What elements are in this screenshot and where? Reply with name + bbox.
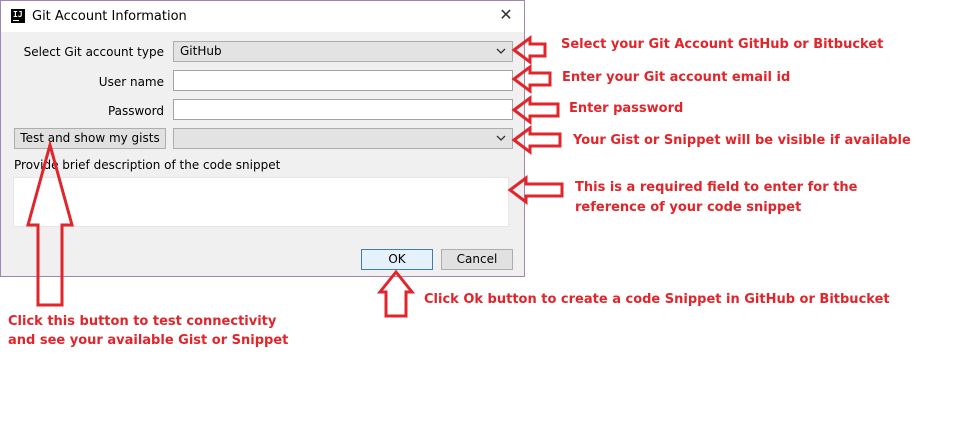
password-field[interactable] [173,99,513,120]
arrow-up-icon [376,269,416,318]
git-account-dialog: IJ Git Account Information ✕ Select Git … [0,0,525,277]
chevron-down-icon [496,48,506,54]
dialog-title: Git Account Information [32,9,187,24]
annotation-password: Enter password [569,101,684,116]
annotation-test-line1: Click this button to test connectivity [8,314,277,329]
description-textarea[interactable] [13,177,509,227]
username-label: User name [98,75,164,89]
gists-select[interactable] [173,128,513,149]
annotation-test-line2: and see your available Gist or Snippet [8,333,289,348]
ok-button[interactable]: OK [361,249,433,270]
app-icon-text: IJ [13,10,23,19]
annotation-gists: Your Gist or Snippet will be visible if … [573,133,911,148]
annotation-ok: Click Ok button to create a code Snippet… [424,292,890,307]
title-bar: IJ Git Account Information ✕ [1,1,524,32]
test-and-show-gists-button[interactable]: Test and show my gists [14,128,166,149]
annotation-account-type: Select your Git Account GitHub or Bitbuc… [561,37,884,52]
close-icon[interactable]: ✕ [496,5,516,25]
username-field[interactable] [173,70,513,91]
account-type-label: Select Git account type [23,45,164,59]
account-type-select[interactable]: GitHub [173,41,513,62]
password-label: Password [107,104,164,118]
annotation-username: Enter your Git account email id [562,70,791,85]
intellij-icon: IJ [11,9,25,23]
description-label: Provide brief description of the code sn… [14,158,281,172]
account-type-value: GitHub [180,44,222,58]
chevron-down-icon [496,135,506,141]
annotation-description-line2: reference of your code snippet [575,200,802,215]
cancel-button[interactable]: Cancel [441,249,513,270]
annotation-description-line1: This is a required field to enter for th… [575,180,858,195]
